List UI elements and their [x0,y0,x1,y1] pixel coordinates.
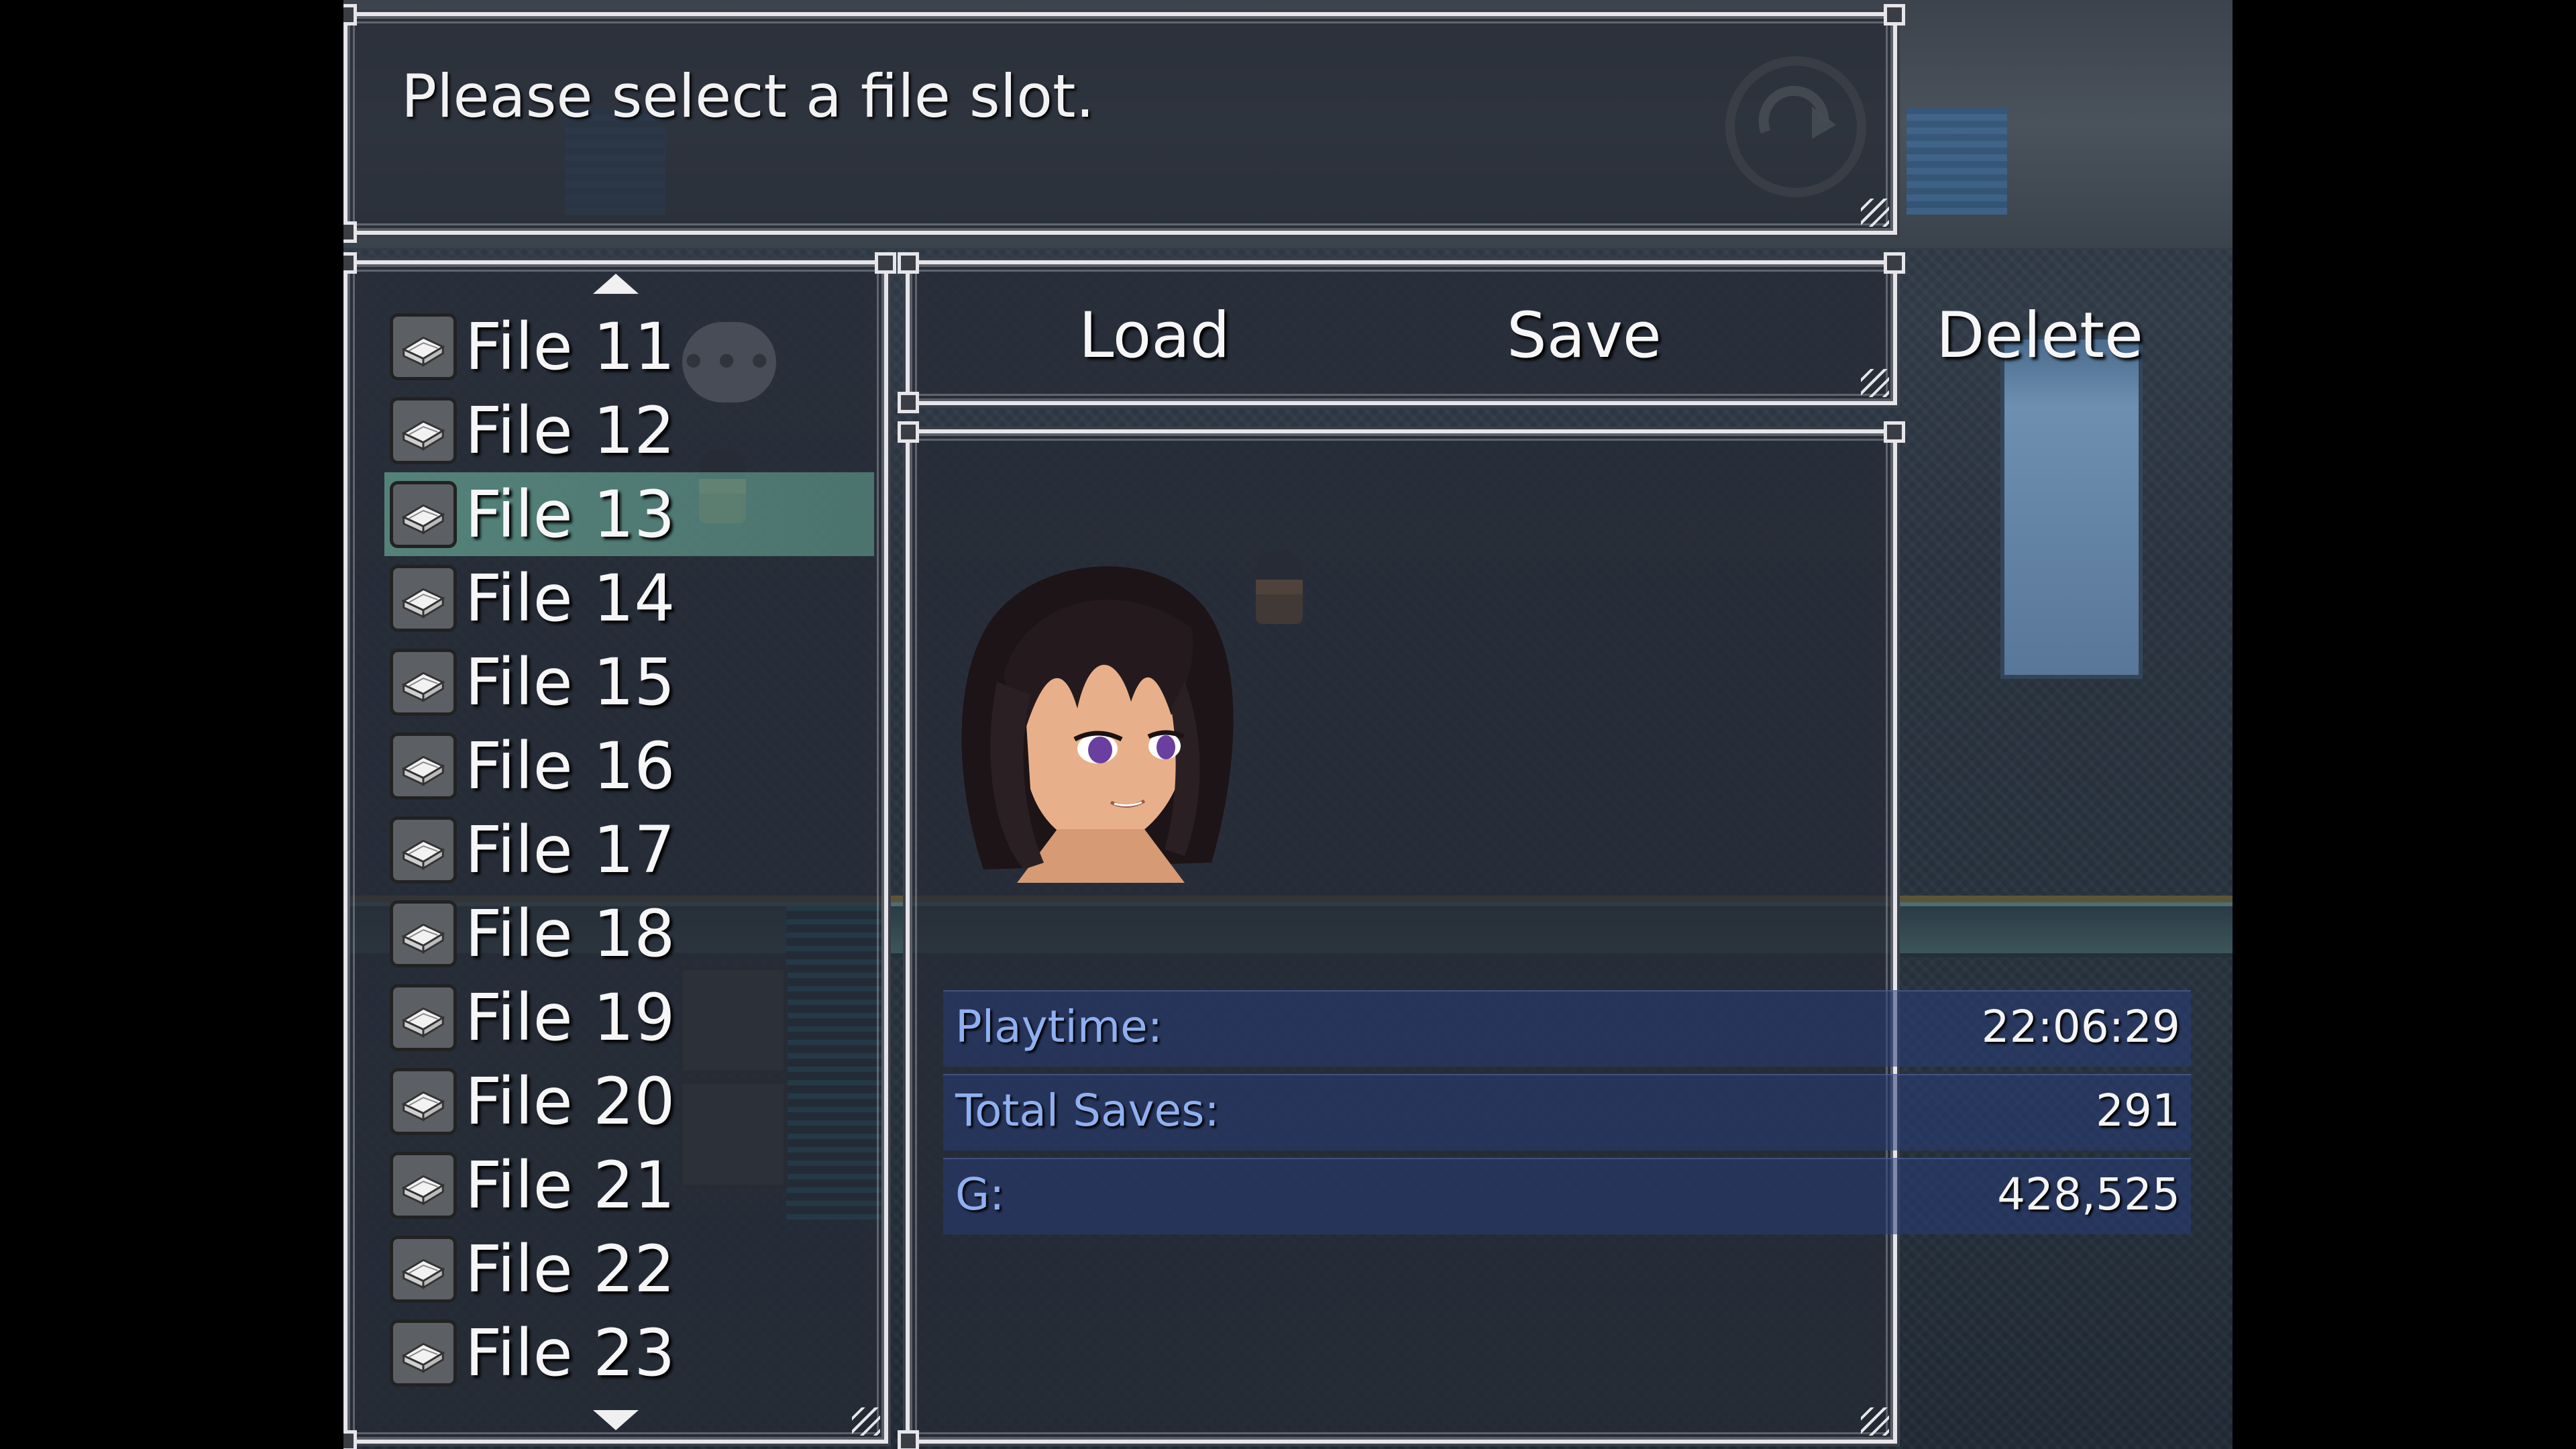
file-slot-label: File 20 [465,1063,676,1139]
total-saves-label: Total Saves: [955,1085,1220,1136]
resize-grip-icon [852,1407,880,1436]
playtime-row: Playtime: 22:06:29 [943,990,2191,1067]
file-slot-label: File 23 [465,1315,676,1391]
total-saves-value: 291 [2096,1085,2180,1136]
file-slot-row[interactable]: File 17 [384,808,874,892]
file-slot-row[interactable]: File 13 [384,472,874,556]
file-slot-label: File 22 [465,1231,676,1307]
gold-label: G: [955,1169,1005,1220]
file-slot-row[interactable]: File 23 [384,1311,874,1395]
file-slot-row[interactable]: File 19 [384,975,874,1059]
file-slot-label: File 12 [465,392,676,468]
file-slot-label: File 15 [465,644,676,720]
screen: ••• Please select a file slot. Fil [0,0,2576,1449]
book-icon [390,564,457,632]
character-portrait [943,547,1245,883]
book-icon [390,396,457,464]
resize-grip-icon [1861,369,1889,397]
book-icon [390,313,457,380]
help-window: Please select a file slot. [343,4,1905,243]
book-icon [390,1067,457,1135]
file-slot-row[interactable]: File 20 [384,1059,874,1143]
game-viewport: ••• Please select a file slot. Fil [343,0,2233,1449]
background-bed [2000,335,2143,679]
playtime-label: Playtime: [955,1001,1163,1053]
file-slot-label: File 13 [465,476,676,552]
book-icon [390,1319,457,1387]
delete-button[interactable]: Delete [1936,299,2143,372]
load-button[interactable]: Load [1079,299,1230,372]
file-slot-row[interactable]: File 14 [384,556,874,640]
gold-value: 428,525 [1997,1169,2180,1220]
file-slot-row[interactable]: File 16 [384,724,874,808]
background-window [1907,107,2007,215]
command-window: Load Save Delete [898,252,2143,413]
book-icon [390,816,457,883]
file-slot-label: File 17 [465,812,676,888]
file-slot-row[interactable]: File 22 [384,1227,874,1311]
gold-row: G: 428,525 [943,1158,2191,1234]
save-button[interactable]: Save [1507,299,1662,372]
file-slot-label: File 21 [465,1147,676,1223]
scroll-up-arrow-icon[interactable] [593,274,639,294]
playtime-value: 22:06:29 [1981,1001,2180,1053]
book-icon [390,1151,457,1219]
file-list-window[interactable]: File 11 File 12 File 13 File 14 File 15 File … [343,252,896,1449]
book-icon [390,648,457,716]
total-saves-row: Total Saves: 291 [943,1074,2191,1150]
help-text: Please select a file slot. [401,62,1095,131]
file-slot-label: File 11 [465,309,676,384]
file-slot-row[interactable]: File 12 [384,388,874,472]
file-slot-row[interactable]: File 18 [384,892,874,975]
rotate-icon [1725,56,1866,197]
file-list: File 11 File 12 File 13 File 14 File 15 File … [384,305,874,1395]
book-icon [390,480,457,548]
file-slot-row[interactable]: File 15 [384,640,874,724]
file-slot-row[interactable]: File 11 [384,305,874,388]
book-icon [390,732,457,800]
file-slot-row[interactable]: File 21 [384,1143,874,1227]
file-slot-label: File 18 [465,896,676,971]
file-slot-label: File 14 [465,560,676,636]
file-slot-label: File 16 [465,728,676,804]
scroll-down-arrow-icon[interactable] [593,1410,639,1430]
book-icon [390,1235,457,1303]
book-icon [390,900,457,967]
book-icon [390,983,457,1051]
save-info-window: Playtime: 22:06:29 Total Saves: 291 G: 4… [898,421,2191,1449]
resize-grip-icon [1861,199,1889,227]
resize-grip-icon [1861,1407,1889,1436]
file-slot-label: File 19 [465,979,676,1055]
